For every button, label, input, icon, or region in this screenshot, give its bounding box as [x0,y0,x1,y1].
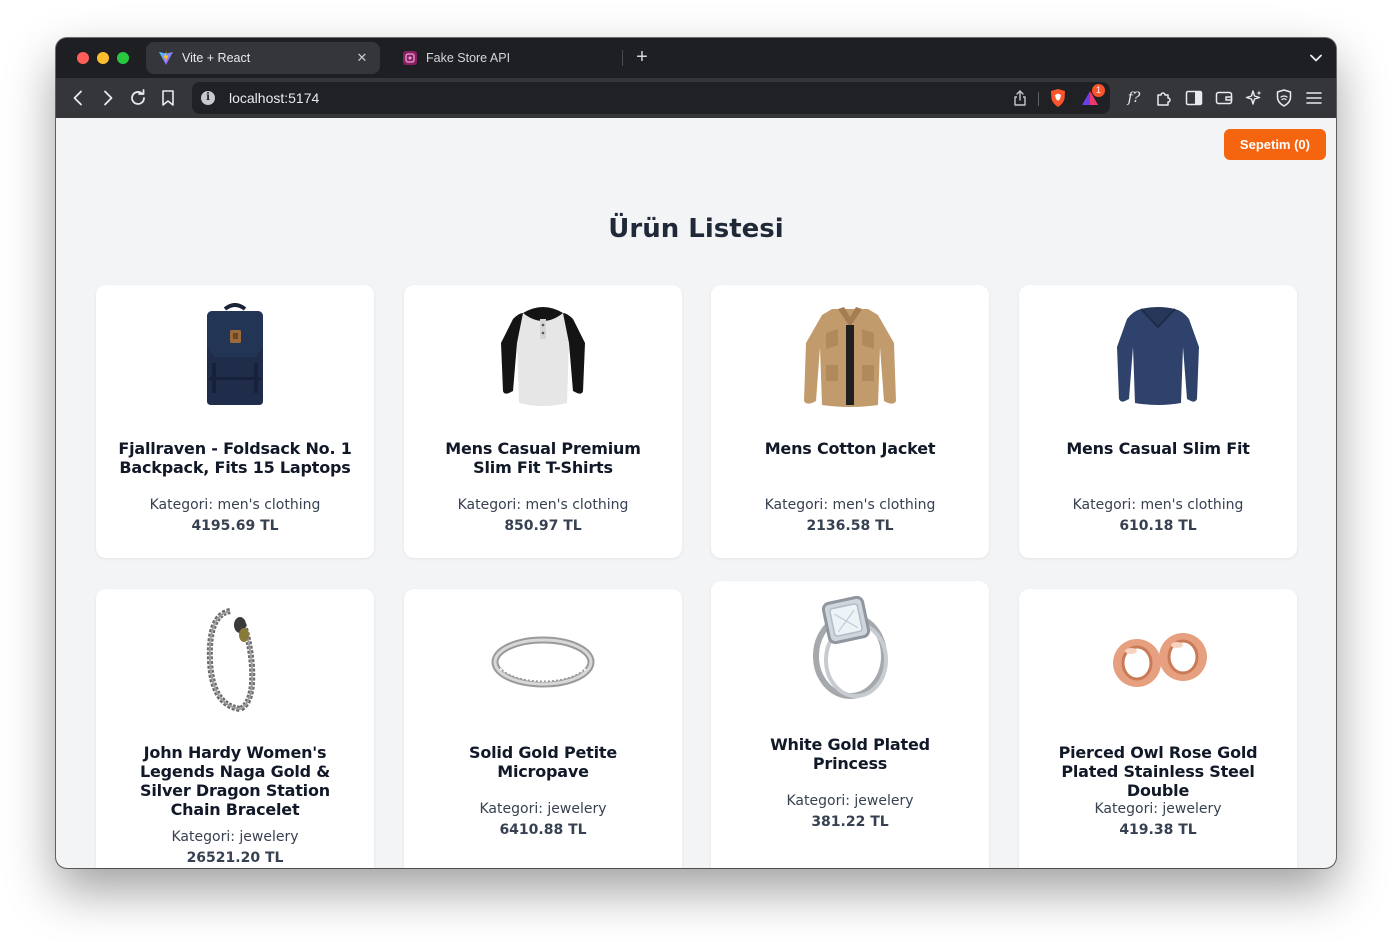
product-card[interactable]: Mens Casual Premium Slim Fit T-Shirts Ka… [404,285,682,558]
product-price: 419.38 TL [1119,822,1197,838]
wallet-icon[interactable] [1213,87,1235,109]
vite-icon [158,50,174,66]
browser-toolbar: i localhost:5174 1 f? [56,78,1336,118]
product-category: Kategori: men's clothing [764,497,936,513]
product-price: 6410.88 TL [499,822,587,838]
product-title: Mens Casual Slim Fit [1066,439,1250,458]
product-title: Mens Casual Premium Slim Fit T-Shirts [445,439,641,477]
product-category: Kategori: men's clothing [1072,497,1244,513]
menu-icon[interactable] [1303,87,1325,109]
tab-title: Vite + React [182,51,251,65]
product-image-ear-tunnels [1019,607,1297,713]
address-bar[interactable]: i localhost:5174 1 [192,82,1110,114]
product-title: White Gold Plated Princess [770,735,930,773]
product-card[interactable]: Mens Cotton Jacket Kategori: men's cloth… [711,285,989,558]
product-image-tshirt [404,303,682,409]
product-category: Kategori: jewelery [171,829,299,845]
product-image-longsleeve [1019,303,1297,409]
sidebar-icon[interactable] [1183,87,1205,109]
product-card[interactable]: Mens Casual Slim Fit Kategori: men's clo… [1019,285,1297,558]
product-card[interactable]: White Gold Plated Princess Kategori: jew… [711,581,989,868]
extensions-icon[interactable] [1153,87,1175,109]
share-icon[interactable] [1010,88,1030,108]
tab-title: Fake Store API [426,51,511,65]
tab-fake-store-api[interactable]: Fake Store API [390,42,620,74]
tab-strip: Vite + React ✕ Fake Store API + [56,38,1336,78]
product-price: 610.18 TL [1119,518,1197,534]
product-category: Kategori: jewelery [1094,801,1222,817]
product-title: Fjallraven - Foldsack No. 1 Backpack, Fi… [118,439,352,477]
new-tab-button[interactable]: + [630,46,654,70]
tab-vite-react[interactable]: Vite + React ✕ [146,42,380,74]
close-tab-icon[interactable]: ✕ [352,48,372,68]
minimize-window-button[interactable] [97,52,109,64]
bookmark-icon[interactable] [157,87,179,109]
reload-icon[interactable] [127,87,149,109]
back-icon[interactable] [67,87,89,109]
product-image-jacket [711,303,989,409]
product-category: Kategori: jewelery [479,801,607,817]
product-category: Kategori: men's clothing [149,497,321,513]
rewards-badge: 1 [1092,84,1105,97]
product-image-ring [404,607,682,713]
tab-separator [622,50,623,66]
product-title: Solid Gold Petite Micropave [469,743,617,781]
close-window-button[interactable] [77,52,89,64]
product-price: 850.97 TL [504,518,582,534]
page-content: Sepetim (0) Ürün Listesi Fjallraven - Fo… [56,118,1336,868]
product-card[interactable]: Fjallraven - Foldsack No. 1 Backpack, Fi… [96,285,374,558]
product-image-bracelet [96,607,374,713]
maximize-window-button[interactable] [117,52,129,64]
leo-ai-icon[interactable] [1243,87,1265,109]
product-image-princess-ring [711,593,989,699]
brave-shields-icon[interactable] [1048,88,1068,108]
product-image-backpack [96,303,374,409]
vpn-icon[interactable] [1273,87,1295,109]
product-card[interactable]: John Hardy Women's Legends Naga Gold & S… [96,589,374,868]
product-title: Pierced Owl Rose Gold Plated Stainless S… [1058,743,1258,800]
product-price: 381.22 TL [811,814,889,830]
browser-window: Vite + React ✕ Fake Store API + i localh… [56,38,1336,868]
product-price: 26521.20 TL [186,850,284,866]
site-info-icon[interactable]: i [201,91,215,105]
forward-icon[interactable] [97,87,119,109]
product-price: 4195.69 TL [191,518,279,534]
omnibox-divider [1038,92,1039,106]
product-price: 2136.58 TL [806,518,894,534]
cart-button[interactable]: Sepetim (0) [1223,129,1326,160]
product-card[interactable]: Pierced Owl Rose Gold Plated Stainless S… [1019,589,1297,868]
function-icon[interactable]: f? [1123,87,1145,109]
tab-list-chevron-icon[interactable] [1306,48,1326,68]
page-title: Ürün Listesi [608,214,784,244]
product-card[interactable]: Solid Gold Petite Micropave Kategori: je… [404,589,682,868]
product-title: Mens Cotton Jacket [764,439,936,458]
product-category: Kategori: jewelery [786,793,914,809]
product-category: Kategori: men's clothing [457,497,629,513]
fakestore-icon [402,50,418,66]
url-text[interactable]: localhost:5174 [229,90,319,106]
product-title: John Hardy Women's Legends Naga Gold & S… [139,743,331,819]
